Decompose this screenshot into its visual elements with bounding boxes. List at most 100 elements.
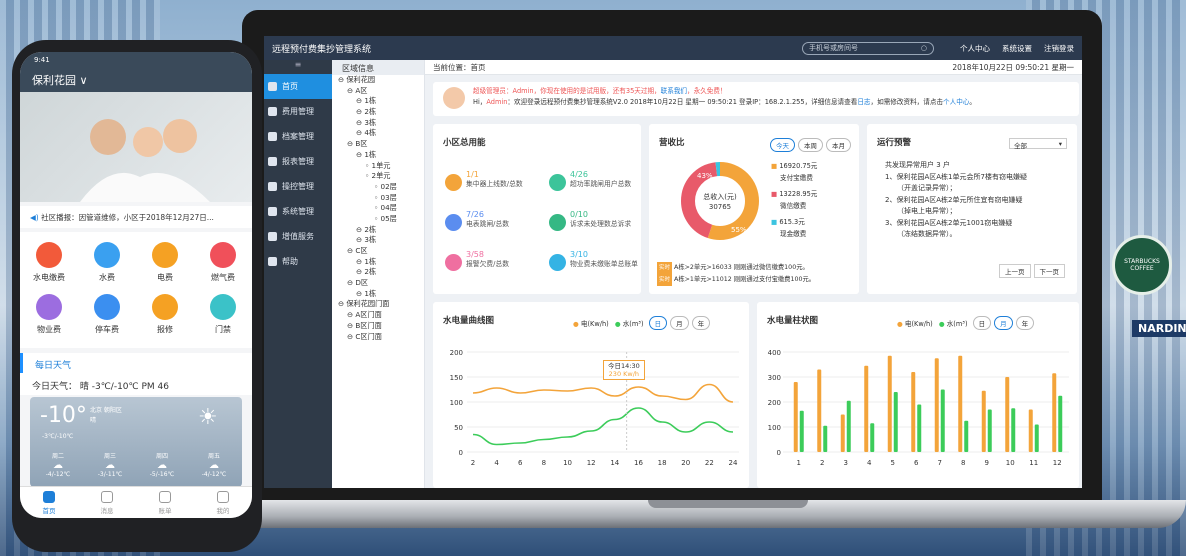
tree-node[interactable]: ⊖ 1栋 <box>332 150 424 161</box>
tree-node[interactable]: ⊖ 2栋 <box>332 225 424 236</box>
tree-node[interactable]: ◦ 1单元 <box>332 161 424 172</box>
revenue-amount: 13228.95元 <box>779 190 818 198</box>
y-tick-label: 0 <box>777 449 781 457</box>
prev-page-button[interactable]: 上一页 <box>999 264 1031 278</box>
control-icon <box>268 182 277 191</box>
next-page-button[interactable]: 下一页 <box>1033 264 1065 278</box>
service-button[interactable]: 报修 <box>136 294 194 335</box>
revenue-news: 实时 A栋>2单元>16033 刚刚通过微信缴费100元。 实时 A栋>1单元>11… <box>657 262 815 286</box>
bar-1 <box>917 404 922 452</box>
tree-node[interactable]: ◦ 02层 <box>332 182 424 193</box>
alert-item: 2、保利花园A区A栋2单元所住宜有窃电嫌疑 <box>885 195 1023 204</box>
tree-node-label: 3栋 <box>364 235 377 245</box>
tab-home[interactable]: 首页 <box>20 491 78 515</box>
tree-node[interactable]: ◦ 04层 <box>332 203 424 214</box>
tree-node[interactable]: ⊖ C区 <box>332 246 424 257</box>
tree-node[interactable]: ◦ 2单元 <box>332 171 424 182</box>
service-button[interactable]: 门禁 <box>194 294 252 335</box>
tree-node[interactable]: ◦ 03层 <box>332 193 424 204</box>
profile-link[interactable]: 个人中心 <box>943 98 969 106</box>
main-content: 当前位置：首页 2018年10月22日 09:50:21 星期一 超级管理员：A… <box>425 60 1082 488</box>
community-notice[interactable]: ◀) 社区播报：因管道维修，小区于2018年12月27日... <box>20 206 252 228</box>
nav-system[interactable]: 系统管理 <box>264 199 332 224</box>
tree-node[interactable]: ⊖ B区 <box>332 139 424 150</box>
tab-today[interactable]: 今天 <box>770 138 795 152</box>
help-icon <box>268 257 277 266</box>
sidebar-collapse-icon[interactable]: ≡ <box>264 60 332 74</box>
forecast-weekday: 周二 <box>51 453 64 460</box>
search-icon[interactable]: ○ <box>921 44 927 52</box>
tree-node[interactable]: ⊖ 2栋 <box>332 267 424 278</box>
contact-us-link[interactable]: 联系我们 <box>661 87 687 95</box>
tree-node-label: 2栋 <box>364 224 377 234</box>
top-bar: 远程预付费集抄管理系统 手机号或房间号 ○ 个人中心 系统设置 注销登录 <box>264 36 1082 60</box>
stat-label: 物业费未缴账单总账单 <box>570 260 638 268</box>
phone-tab-bar: 首页 消息 账单 我的 <box>20 486 252 518</box>
tree-node[interactable]: ⊖ A区 <box>332 86 424 97</box>
realtime-tag: 实时 <box>657 274 673 286</box>
nav-control[interactable]: 操控管理 <box>264 174 332 199</box>
nav-help[interactable]: 帮助 <box>264 249 332 274</box>
tree-node-label: D区 <box>355 278 369 288</box>
bar-1 <box>1011 408 1016 452</box>
system-settings-link[interactable]: 系统设置 <box>1002 43 1032 54</box>
service-button[interactable]: 物业费 <box>20 294 78 335</box>
tree-node[interactable]: ⊖ 3栋 <box>332 118 424 129</box>
tree-node[interactable]: ⊖ 1栋 <box>332 257 424 268</box>
tab-week[interactable]: 本周 <box>798 138 823 152</box>
breadcrumb: 当前位置：首页 <box>433 62 486 72</box>
family-photo-art <box>80 119 210 202</box>
tree-node[interactable]: ⊖ 保利花园 <box>332 75 424 86</box>
tab-label: 消息 <box>100 507 114 515</box>
service-button[interactable]: 燃气费 <box>194 242 252 283</box>
tab-message[interactable]: 消息 <box>78 491 136 515</box>
stat-value: 1/1 <box>466 170 479 179</box>
tree-node[interactable]: ⊖ 3栋 <box>332 235 424 246</box>
service-label: 门禁 <box>215 325 231 334</box>
tab-bill[interactable]: 账单 <box>136 491 194 515</box>
tree-node[interactable]: ⊖ C区门面 <box>332 332 424 343</box>
x-tick-label: 1 <box>797 459 801 467</box>
bar-chart: 01002003004001 2 3 4 5 6 7 8 9 10 11 12 <box>768 349 1069 467</box>
tree-node[interactable]: ⊖ D区 <box>332 278 424 289</box>
bar-0 <box>934 358 939 452</box>
forecast-temp: -3/-11℃ <box>97 471 123 478</box>
alert-filter-select[interactable]: 全部 ▾ <box>1009 138 1067 150</box>
nav-value-added[interactable]: 增值服务 <box>264 224 332 249</box>
service-button[interactable]: 水费 <box>78 242 136 283</box>
tree-node[interactable]: ⊖ A区门面 <box>332 310 424 321</box>
tab-profile[interactable]: 我的 <box>194 491 252 515</box>
community-selector[interactable]: 保利花园 ∨ <box>20 68 252 94</box>
tree-node[interactable]: ⊖ 2栋 <box>332 107 424 118</box>
stat-label: 诉求未处理数总诉求 <box>570 220 632 228</box>
home-icon <box>43 491 55 503</box>
tree-node-label: 1单元 <box>371 160 391 170</box>
logout-link[interactable]: 注销登录 <box>1044 43 1074 54</box>
personal-center-link[interactable]: 个人中心 <box>960 43 990 54</box>
nav-reports[interactable]: 报表管理 <box>264 149 332 174</box>
tree-node[interactable]: ⊖ B区门面 <box>332 321 424 332</box>
tree-node[interactable]: ⊖ 1栋 <box>332 289 424 300</box>
log-link[interactable]: 日志 <box>857 98 870 106</box>
tab-month[interactable]: 本月 <box>826 138 851 152</box>
nav-label: 增值服务 <box>282 232 314 241</box>
profile-icon <box>217 491 229 503</box>
tree-node[interactable]: ⊖ 4栋 <box>332 128 424 139</box>
edit-hint: ，如需修改资料，请点击 <box>870 98 944 106</box>
service-label: 停车费 <box>95 325 119 334</box>
tree-node-label: 2单元 <box>371 171 391 181</box>
stat-value: 0/10 <box>570 210 588 219</box>
nav-archive[interactable]: 档案管理 <box>264 124 332 149</box>
donut-pct-b: 55% <box>731 226 747 234</box>
service-button[interactable]: 停车费 <box>78 294 136 335</box>
nav-home[interactable]: 首页 <box>264 74 332 99</box>
tree-node[interactable]: ⊖ 1栋 <box>332 96 424 107</box>
search-input[interactable]: 手机号或房间号 ○ <box>802 41 934 55</box>
service-button[interactable]: 电费 <box>136 242 194 283</box>
bar-1 <box>940 389 945 452</box>
tree-node[interactable]: ⊖ 保利花园门面 <box>332 299 424 310</box>
tree-node[interactable]: ◦ 05层 <box>332 214 424 225</box>
revenue-amount: 16920.75元 <box>779 162 818 170</box>
service-button[interactable]: 水电缴费 <box>20 242 78 283</box>
nav-fees[interactable]: 费用管理 <box>264 99 332 124</box>
